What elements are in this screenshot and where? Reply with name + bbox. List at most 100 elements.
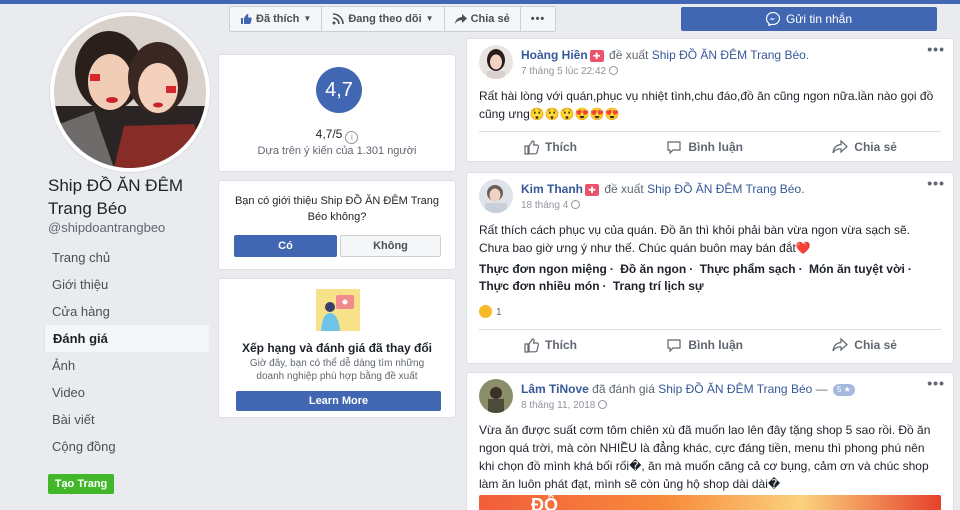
chevron-down-icon: ▼ — [425, 14, 434, 23]
nav-item-home[interactable]: Trang chủ — [44, 244, 209, 271]
nav-item-photos[interactable]: Ảnh — [44, 352, 209, 379]
reviewed-page-link[interactable]: Ship ĐỒ ĂN ĐÊM Trang Béo — [658, 382, 812, 396]
reviewed-page-link[interactable]: Ship ĐỒ ĂN ĐÊM Trang Béo — [652, 48, 806, 62]
review-author[interactable]: Lâm TiNove — [521, 382, 589, 396]
review-time[interactable]: 7 tháng 5 lúc 22:42 — [521, 66, 606, 77]
like-label: Thích — [545, 140, 577, 154]
review-time[interactable]: 8 tháng 11, 2018 — [521, 400, 595, 411]
gift-badge-icon: ✚ — [589, 50, 604, 62]
learn-more-button[interactable]: Learn More — [236, 391, 441, 411]
share-label: Chia sẻ — [854, 338, 897, 352]
thumbs-up-icon — [524, 338, 539, 353]
avatar[interactable] — [479, 379, 513, 413]
comment-button[interactable]: Bình luận — [666, 133, 743, 161]
comment-icon — [667, 141, 681, 155]
share-label: Chia sẻ — [854, 140, 897, 154]
divider — [479, 329, 941, 330]
nav-item-posts[interactable]: Bài viết — [44, 406, 209, 433]
promo-title: Xếp hạng và đánh giá đã thay đổi — [241, 341, 433, 355]
nav-item-videos[interactable]: Video — [44, 379, 209, 406]
reviewed-page-link[interactable]: Ship ĐỒ ĂN ĐÊM Trang Béo. — [647, 182, 804, 196]
recommend-no-button[interactable]: Không — [340, 235, 441, 257]
send-message-button[interactable]: Gửi tin nhắn — [681, 7, 937, 31]
avatar[interactable] — [479, 45, 513, 79]
comment-label: Bình luận — [688, 338, 743, 352]
promo-text: Giờ đây, bạn có thể dễ dàng tìm những do… — [249, 358, 425, 382]
thumbs-up-icon — [524, 140, 539, 155]
following-button[interactable]: Đang theo dõi ▼ — [322, 7, 445, 31]
post-options-icon[interactable]: ••• — [927, 41, 945, 57]
review-meta: 18 tháng 4 — [521, 200, 581, 211]
review-author-line: Kim Thanh ✚ đề xuất Ship ĐỒ ĂN ĐÊM Trang … — [521, 182, 804, 196]
avatar[interactable] — [479, 179, 513, 213]
review-tag[interactable]: Đồ ăn ngon — [620, 262, 686, 276]
nav-item-shop[interactable]: Cửa hàng — [44, 298, 209, 325]
review-tag[interactable]: Thực phẩm sạch — [700, 262, 796, 276]
chevron-down-icon: ▼ — [303, 14, 312, 23]
haha-reaction-icon — [479, 305, 492, 318]
review-verb: đã đánh giá — [592, 382, 655, 396]
review-tag[interactable]: Thực đơn nhiều món — [479, 279, 600, 293]
send-message-label: Gửi tin nhắn — [785, 12, 853, 26]
review-post: Hoàng Hiền ✚ đề xuất Ship ĐỒ ĂN ĐÊM Trang… — [466, 38, 954, 162]
like-button[interactable]: Thích — [523, 331, 577, 359]
recommend-question: Bạn có giới thiệu Ship ĐỒ ĂN ĐÊM Trang B… — [234, 195, 440, 223]
review-verb: đề xuất — [604, 182, 644, 196]
review-tag[interactable]: Món ăn tuyệt vời — [809, 262, 905, 276]
star-rating-badge: 5 ★ — [832, 384, 855, 396]
rating-based-on: Dựa trên ý kiến của 1.301 người — [257, 145, 417, 157]
recommend-card: Bạn có giới thiệu Ship ĐỒ ĂN ĐÊM Trang B… — [218, 180, 456, 270]
messenger-icon — [765, 12, 780, 26]
comment-label: Bình luận — [688, 140, 743, 154]
more-icon: ••• — [530, 13, 546, 25]
review-page-suffix: . — [805, 48, 810, 62]
tag-separator: · — [602, 279, 607, 293]
ratings-illustration-icon — [316, 289, 360, 331]
ratings-changed-card: Xếp hạng và đánh giá đã thay đổi Giờ đây… — [218, 278, 456, 418]
review-meta: 7 tháng 5 lúc 22:42 — [521, 66, 619, 77]
review-time[interactable]: 18 tháng 4 — [521, 200, 568, 211]
info-icon[interactable]: i — [345, 131, 359, 144]
liked-button[interactable]: Đã thích ▼ — [230, 7, 323, 31]
share-button[interactable]: Chia sẻ — [832, 133, 897, 161]
reaction-summary[interactable]: 1 — [479, 305, 502, 318]
profile-picture[interactable] — [50, 12, 210, 172]
rating-score-line: 4,7/5 i — [219, 127, 455, 144]
nav-item-about[interactable]: Giới thiệu — [44, 271, 209, 298]
rss-icon — [332, 13, 345, 25]
review-author-line: Lâm TiNove đã đánh giá Ship ĐỒ ĂN ĐÊM Tr… — [521, 382, 855, 396]
top-bar — [0, 0, 960, 4]
share-page-button[interactable]: Chia sẻ — [445, 7, 521, 31]
review-tags: Thực đơn ngon miệng · Đồ ăn ngon · Thực ph… — [479, 261, 945, 295]
page-handle[interactable]: @shipdoantrangbeo — [48, 220, 165, 235]
review-author[interactable]: Hoàng Hiền — [521, 48, 588, 62]
share-button[interactable]: Chia sẻ — [832, 331, 897, 359]
liked-label: Đã thích — [256, 13, 300, 25]
like-button[interactable]: Thích — [523, 133, 577, 161]
post-options-icon[interactable]: ••• — [927, 375, 945, 391]
nav-item-community[interactable]: Cộng đồng — [44, 433, 209, 460]
review-author[interactable]: Kim Thanh — [521, 182, 583, 196]
create-page-button[interactable]: Tạo Trang — [48, 474, 114, 494]
post-options-icon[interactable]: ••• — [927, 175, 945, 191]
more-options-button[interactable]: ••• — [521, 7, 556, 31]
reaction-count: 1 — [496, 307, 502, 318]
review-post: Lâm TiNove đã đánh giá Ship ĐỒ ĂN ĐÊM Tr… — [466, 372, 954, 510]
thumbs-up-icon — [241, 14, 252, 24]
review-photo[interactable]: ĐỒ — [479, 495, 941, 510]
nav-item-reviews[interactable]: Đánh giá — [44, 325, 209, 352]
review-page-suffix: — — [812, 382, 828, 396]
review-photo-text: ĐỒ — [531, 495, 558, 510]
review-tag[interactable]: Thực đơn ngon miệng — [479, 262, 607, 276]
tag-separator: · — [907, 262, 912, 276]
page-action-bar: Đã thích ▼ Đang theo dõi ▼ Chia sẻ ••• — [229, 6, 557, 32]
globe-icon — [571, 200, 581, 209]
review-tag[interactable]: Trang trí lịch sự — [613, 279, 704, 293]
share-icon — [832, 139, 849, 154]
divider — [479, 131, 941, 132]
share-page-label: Chia sẻ — [470, 13, 510, 25]
tag-separator: · — [689, 262, 694, 276]
recommend-yes-button[interactable]: Có — [234, 235, 337, 257]
review-text: Vừa ăn được suất cơm tôm chiên xù đã muố… — [479, 423, 931, 491]
comment-button[interactable]: Bình luận — [666, 331, 743, 359]
